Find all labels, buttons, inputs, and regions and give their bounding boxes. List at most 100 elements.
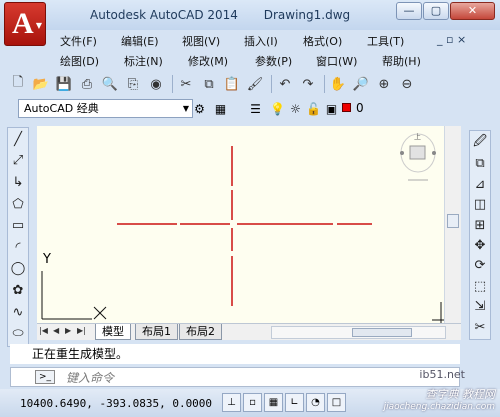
next-tab-icon[interactable]: ▶ — [65, 326, 71, 335]
app-title: Autodesk AutoCAD 2014 — [90, 8, 238, 22]
menu-view[interactable]: 视图(V) — [182, 33, 220, 49]
customize-icon[interactable]: ▦ — [211, 99, 230, 118]
plot-icon[interactable]: ◉ — [146, 74, 166, 94]
erase-icon[interactable]: 🖉 — [471, 133, 489, 152]
tab-layout1[interactable]: 布局1 — [135, 324, 178, 340]
coordinate-readout[interactable]: 10400.6490, -393.0835, 0.0000 — [20, 397, 212, 410]
menu-file[interactable]: 文件(F) — [60, 33, 97, 49]
grid-display-icon[interactable]: ▦ — [264, 393, 283, 412]
prev-tab-icon[interactable]: ◀ — [53, 326, 59, 335]
minimize-button[interactable]: — — [396, 2, 422, 20]
layer-icon[interactable]: ▣ — [322, 99, 341, 118]
ucs-y-label: Y — [43, 252, 51, 267]
preview-icon[interactable]: 🔍 — [100, 74, 120, 94]
stretch-icon[interactable]: ⇲ — [471, 298, 489, 315]
toolbar-separator — [271, 75, 272, 93]
infer-constraints-icon[interactable]: ⊥ — [222, 393, 241, 412]
ucs-icon — [41, 271, 107, 320]
paste-icon[interactable]: 📋 — [222, 74, 242, 94]
layout-tabs-bar: |◀ ◀ ▶ ▶| 模型 布局1 布局2 — [37, 323, 461, 340]
undo-icon[interactable]: ↶ — [275, 74, 295, 94]
menu-help[interactable]: 帮助(H) — [382, 53, 421, 69]
autocad-logo: A — [12, 7, 34, 40]
window-title: Autodesk AutoCAD 2014 Drawing1.dwg — [90, 8, 372, 22]
spline-icon[interactable]: ∿ — [9, 303, 27, 322]
move-icon[interactable]: ✥ — [471, 237, 489, 254]
ellipse-icon[interactable]: ⬭ — [9, 324, 27, 343]
watermark-text: ib51.net 查字典 教程网 jiaocheng.chazidian.com — [383, 368, 496, 414]
rotate-icon[interactable]: ⟳ — [471, 257, 489, 274]
menu-draw[interactable]: 绘图(D) — [60, 53, 99, 69]
object-snap-icon[interactable]: □ — [327, 393, 346, 412]
save-icon[interactable]: 💾 — [54, 74, 74, 94]
array-icon[interactable]: ⊞ — [471, 216, 489, 233]
circle-icon[interactable]: ◯ — [9, 260, 27, 279]
copy-icon[interactable]: ⧉ — [199, 74, 219, 94]
ortho-mode-icon[interactable]: ∟ — [285, 393, 304, 412]
trim-icon[interactable]: ✂ — [471, 319, 489, 336]
close-button[interactable]: ✕ — [450, 2, 495, 20]
workspace-settings-icon[interactable]: ⚙ — [190, 99, 209, 118]
menu-dimension[interactable]: 标注(N) — [124, 53, 163, 69]
new-file-icon[interactable]: 🗋 — [8, 74, 28, 94]
snap-mode-icon[interactable]: ▫ — [243, 393, 262, 412]
workspace-select[interactable]: AutoCAD 经典 ▼ — [18, 99, 193, 118]
current-layer-name[interactable]: 0 — [356, 101, 364, 115]
scrollbar-thumb[interactable] — [447, 214, 459, 228]
crosshair — [117, 146, 372, 306]
bulb-icon[interactable]: 💡 — [268, 99, 287, 118]
menu-window[interactable]: 窗口(W) — [316, 53, 357, 69]
print-icon[interactable]: ⎙ — [77, 74, 97, 94]
menu-insert[interactable]: 插入(I) — [244, 33, 278, 49]
polyline-icon[interactable]: ↳ — [9, 173, 27, 192]
revcloud-icon[interactable]: ✿ — [9, 281, 27, 300]
watermark-line1: 查字典 教程网 — [425, 388, 496, 401]
chevron-down-icon: ▼ — [35, 21, 42, 30]
tab-model[interactable]: 模型 — [95, 324, 131, 340]
application-menu-button[interactable]: A ▼ — [4, 2, 46, 46]
scrollbar-thumb[interactable] — [352, 328, 412, 337]
title-bar: Autodesk AutoCAD 2014 Drawing1.dwg — ▢ ✕ — [0, 0, 500, 30]
arc-icon[interactable]: ◜ — [9, 238, 27, 257]
publish-icon[interactable]: ⎘ — [123, 74, 143, 94]
layer-manager-icon[interactable]: ☰ — [246, 99, 265, 118]
open-icon[interactable]: 📂 — [31, 74, 51, 94]
command-prompt-icon[interactable]: >_ — [35, 370, 55, 384]
lock-icon[interactable]: 🔓 — [304, 99, 323, 118]
polygon-icon[interactable]: ⬠ — [9, 195, 27, 214]
menu-modify[interactable]: 修改(M) — [188, 53, 228, 69]
construction-line-icon[interactable]: ⤢ — [9, 152, 27, 171]
watermark-line2: jiaocheng.chazidian.com — [383, 402, 495, 412]
copy-object-icon[interactable]: ⧉ — [471, 155, 489, 172]
redo-icon[interactable]: ↷ — [298, 74, 318, 94]
document-window-controls[interactable]: _ ▫ × — [437, 33, 466, 46]
menu-format[interactable]: 格式(O) — [303, 33, 342, 49]
toolbar-separator — [172, 75, 173, 93]
scale-icon[interactable]: ⬚ — [471, 278, 489, 295]
zoom-window-icon[interactable]: ⊕ — [374, 74, 394, 94]
menu-edit[interactable]: 编辑(E) — [121, 33, 159, 49]
zoom-realtime-icon[interactable]: 🔎 — [351, 74, 371, 94]
sun-icon[interactable]: ☼ — [286, 99, 305, 118]
restore-button[interactable]: ▢ — [423, 2, 449, 20]
drawing-area[interactable]: Y 上 — [37, 126, 461, 323]
rectangle-icon[interactable]: ▭ — [9, 216, 27, 235]
canvas-drawing — [41, 133, 447, 323]
mirror-icon[interactable]: ⊿ — [471, 175, 489, 192]
pan-icon[interactable]: ✋ — [328, 74, 348, 94]
line-icon[interactable]: ╱ — [9, 130, 27, 149]
offset-icon[interactable]: ◫ — [471, 196, 489, 213]
cut-icon[interactable]: ✂ — [176, 74, 196, 94]
match-props-icon[interactable]: 🖌 — [245, 74, 265, 94]
workspace-value: AutoCAD 经典 — [24, 102, 99, 115]
last-tab-icon[interactable]: ▶| — [77, 326, 86, 335]
command-input[interactable] — [66, 369, 446, 386]
tab-layout2[interactable]: 布局2 — [179, 324, 222, 340]
zoom-previous-icon[interactable]: ⊖ — [397, 74, 417, 94]
horizontal-scrollbar[interactable] — [271, 326, 446, 339]
polar-tracking-icon[interactable]: ◔ — [306, 393, 325, 412]
first-tab-icon[interactable]: |◀ — [39, 326, 48, 335]
menu-parametric[interactable]: 参数(P) — [255, 53, 292, 69]
menu-tools[interactable]: 工具(T) — [367, 33, 404, 49]
vertical-scrollbar[interactable] — [444, 126, 461, 323]
